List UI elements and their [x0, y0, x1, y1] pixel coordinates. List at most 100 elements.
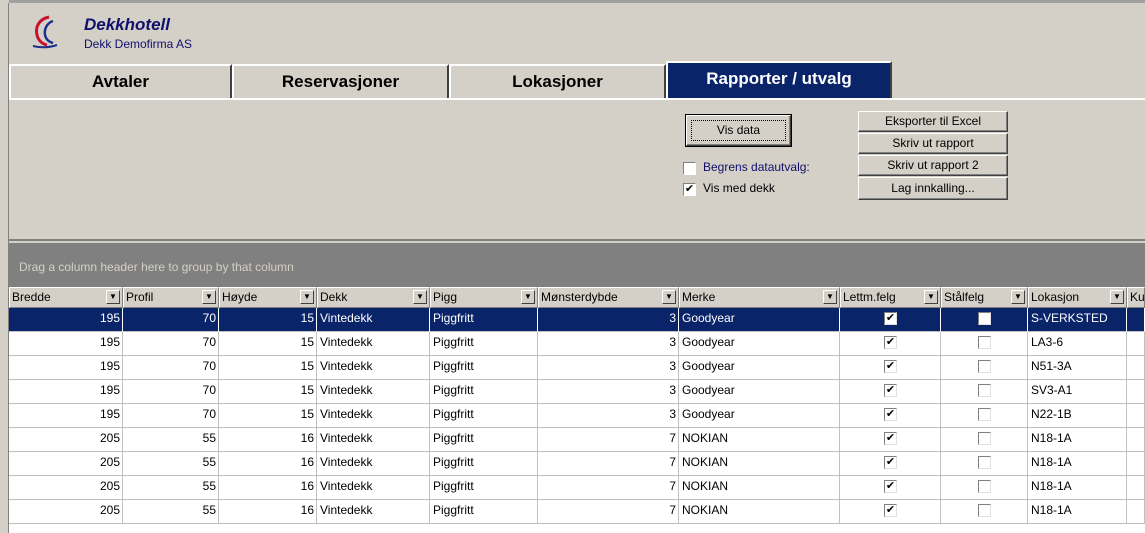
cell-merke[interactable]: NOKIAN: [679, 452, 840, 476]
cell-profil[interactable]: 70: [123, 332, 219, 356]
checked-checkbox-icon[interactable]: ✔: [884, 312, 897, 325]
cell-merke[interactable]: Goodyear: [679, 356, 840, 380]
cell-monster[interactable]: 3: [538, 404, 679, 428]
lag-innkalling-button[interactable]: Lag innkalling...: [858, 177, 1008, 200]
cell-bredde[interactable]: 205: [9, 428, 123, 452]
filter-dropdown-icon[interactable]: ▼: [1110, 290, 1124, 304]
table-row[interactable]: 205 55 16 Vintedekk Piggfritt 7 NOKIAN ✔ N18-1A: [9, 428, 1145, 452]
cell-bredde[interactable]: 195: [9, 404, 123, 428]
cell-ku[interactable]: [1127, 308, 1145, 332]
cell-lettm[interactable]: ✔: [840, 476, 941, 500]
cell-lokasjon[interactable]: LA3-6: [1028, 332, 1127, 356]
cell-dekk[interactable]: Vintedekk: [317, 332, 430, 356]
cell-pigg[interactable]: Piggfritt: [430, 476, 538, 500]
cell-hoyde[interactable]: 15: [219, 380, 317, 404]
table-row[interactable]: 195 70 15 Vintedekk Piggfritt 3 Goodyear ✔ SV3-A…: [9, 380, 1145, 404]
checked-checkbox-icon[interactable]: ✔: [884, 480, 897, 493]
cell-ku[interactable]: [1127, 452, 1145, 476]
cell-lettm[interactable]: ✔: [840, 356, 941, 380]
checked-checkbox-icon[interactable]: ✔: [884, 360, 897, 373]
cell-stal[interactable]: [941, 380, 1028, 404]
cell-monster[interactable]: 3: [538, 380, 679, 404]
print-report-button[interactable]: Skriv ut rapport: [858, 133, 1008, 154]
cell-merke[interactable]: NOKIAN: [679, 500, 840, 524]
cell-bredde[interactable]: 195: [9, 380, 123, 404]
cell-stal[interactable]: [941, 452, 1028, 476]
cell-lettm[interactable]: ✔: [840, 452, 941, 476]
unchecked-checkbox-icon[interactable]: [978, 384, 991, 397]
cell-profil[interactable]: 55: [123, 500, 219, 524]
unchecked-checkbox-icon[interactable]: [978, 312, 991, 325]
cell-lettm[interactable]: ✔: [840, 380, 941, 404]
cell-lokasjon[interactable]: N18-1A: [1028, 500, 1127, 524]
cell-profil[interactable]: 70: [123, 404, 219, 428]
unchecked-checkbox-icon[interactable]: [978, 456, 991, 469]
group-by-panel[interactable]: Drag a column header here to group by th…: [9, 243, 1145, 287]
cell-stal[interactable]: [941, 476, 1028, 500]
filter-dropdown-icon[interactable]: ▼: [202, 290, 216, 304]
cell-hoyde[interactable]: 16: [219, 476, 317, 500]
table-row[interactable]: 195 70 15 Vintedekk Piggfritt 3 Goodyear ✔ N22-1…: [9, 404, 1145, 428]
cell-monster[interactable]: 7: [538, 500, 679, 524]
checked-checkbox-icon[interactable]: ✔: [884, 432, 897, 445]
cell-bredde[interactable]: 205: [9, 500, 123, 524]
cell-lokasjon[interactable]: N18-1A: [1028, 452, 1127, 476]
cell-bredde[interactable]: 195: [9, 308, 123, 332]
cell-monster[interactable]: 7: [538, 428, 679, 452]
vis-data-button[interactable]: Vis data: [685, 114, 792, 147]
cell-monster[interactable]: 3: [538, 356, 679, 380]
cell-profil[interactable]: 55: [123, 476, 219, 500]
print-report-2-button[interactable]: Skriv ut rapport 2: [858, 155, 1008, 176]
tab-avtaler[interactable]: Avtaler: [9, 64, 232, 98]
cell-stal[interactable]: [941, 356, 1028, 380]
cell-monster[interactable]: 3: [538, 308, 679, 332]
col-header-pigg[interactable]: Pigg ▼: [430, 287, 538, 308]
table-row[interactable]: 195 70 15 Vintedekk Piggfritt 3 Goodyear ✔ N51-3…: [9, 356, 1145, 380]
col-header-ku[interactable]: Ku: [1127, 287, 1145, 308]
cell-stal[interactable]: [941, 500, 1028, 524]
cell-profil[interactable]: 55: [123, 428, 219, 452]
col-header-monsterdybde[interactable]: Mønsterdybde ▼: [538, 287, 679, 308]
col-header-lokasjon[interactable]: Lokasjon ▼: [1028, 287, 1127, 308]
table-row[interactable]: 205 55 16 Vintedekk Piggfritt 7 NOKIAN ✔ N18-1A: [9, 452, 1145, 476]
cell-merke[interactable]: Goodyear: [679, 308, 840, 332]
unchecked-checkbox-icon[interactable]: [978, 336, 991, 349]
cell-merke[interactable]: NOKIAN: [679, 428, 840, 452]
checked-checkbox-icon[interactable]: ✔: [884, 504, 897, 517]
cell-monster[interactable]: 7: [538, 476, 679, 500]
col-header-hoyde[interactable]: Høyde ▼: [219, 287, 317, 308]
cell-pigg[interactable]: Piggfritt: [430, 452, 538, 476]
cell-pigg[interactable]: Piggfritt: [430, 404, 538, 428]
cell-stal[interactable]: [941, 428, 1028, 452]
cell-hoyde[interactable]: 15: [219, 308, 317, 332]
cell-dekk[interactable]: Vintedekk: [317, 404, 430, 428]
unchecked-checkbox-icon[interactable]: [978, 504, 991, 517]
filter-dropdown-icon[interactable]: ▼: [662, 290, 676, 304]
cell-lettm[interactable]: ✔: [840, 332, 941, 356]
cell-pigg[interactable]: Piggfritt: [430, 332, 538, 356]
cell-lettm[interactable]: ✔: [840, 500, 941, 524]
cell-stal[interactable]: [941, 308, 1028, 332]
filter-dropdown-icon[interactable]: ▼: [413, 290, 427, 304]
cell-lokasjon[interactable]: N22-1B: [1028, 404, 1127, 428]
tab-lokasjoner[interactable]: Lokasjoner: [449, 64, 666, 98]
cell-lettm[interactable]: ✔: [840, 404, 941, 428]
cell-lokasjon[interactable]: N51-3A: [1028, 356, 1127, 380]
cell-lettm[interactable]: ✔: [840, 428, 941, 452]
cell-lokasjon[interactable]: N18-1A: [1028, 476, 1127, 500]
checked-checkbox-icon[interactable]: ✔: [884, 408, 897, 421]
cell-ku[interactable]: [1127, 500, 1145, 524]
export-excel-button[interactable]: Eksporter til Excel: [858, 111, 1008, 132]
cell-ku[interactable]: [1127, 332, 1145, 356]
cell-lokasjon[interactable]: SV3-A1: [1028, 380, 1127, 404]
begrens-datautvalg-checkbox[interactable]: [683, 162, 696, 175]
cell-ku[interactable]: [1127, 404, 1145, 428]
col-header-merke[interactable]: Merke ▼: [679, 287, 840, 308]
tab-reservasjoner[interactable]: Reservasjoner: [232, 64, 449, 98]
cell-merke[interactable]: Goodyear: [679, 404, 840, 428]
filter-dropdown-icon[interactable]: ▼: [924, 290, 938, 304]
unchecked-checkbox-icon[interactable]: [978, 408, 991, 421]
table-row[interactable]: 195 70 15 Vintedekk Piggfritt 3 Goodyear ✔ LA3-6: [9, 332, 1145, 356]
cell-pigg[interactable]: Piggfritt: [430, 428, 538, 452]
cell-pigg[interactable]: Piggfritt: [430, 308, 538, 332]
